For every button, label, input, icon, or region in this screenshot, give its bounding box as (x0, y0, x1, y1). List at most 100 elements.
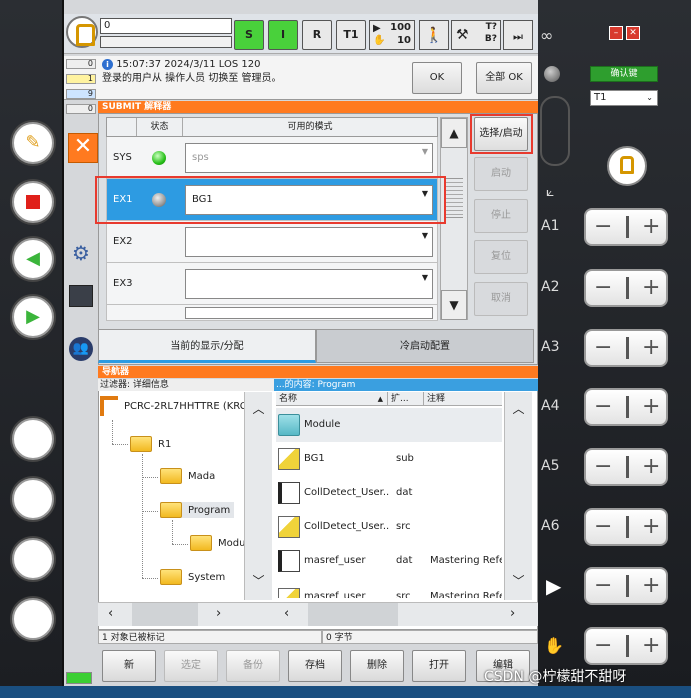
jog-key-a5[interactable]: − + (584, 448, 668, 486)
submit-row[interactable]: EX2 ▼ (106, 221, 438, 263)
plus-icon[interactable]: + (642, 212, 660, 242)
incremental-button[interactable]: ⏭ (503, 20, 533, 50)
module-select[interactable]: sps ▼ (185, 143, 433, 173)
plus-icon[interactable]: + (642, 571, 660, 601)
tab-cold-start[interactable]: 冷启动配置 (316, 329, 534, 363)
chevron-left-icon[interactable]: ‹ (108, 606, 113, 621)
jog-key-a2[interactable]: − + (584, 269, 668, 307)
file-row[interactable]: CollDetect_User... src (276, 510, 502, 544)
jog-key-a6[interactable]: − + (584, 508, 668, 546)
chevron-right-icon[interactable]: › (510, 606, 515, 621)
run-forward-key[interactable]: ▶ (12, 296, 54, 338)
user-icon[interactable]: 👥 (66, 330, 96, 361)
tree-node-r1[interactable]: R1 (130, 436, 171, 452)
col-ext[interactable]: 扩... (388, 392, 424, 406)
tree-node-system[interactable]: System (160, 569, 225, 585)
reset-button[interactable]: 复位 (474, 240, 528, 274)
ok-button[interactable]: OK (412, 62, 462, 94)
mode-select[interactable]: T1 ⌄ (590, 90, 658, 106)
tree-node-program[interactable]: Program (160, 502, 235, 518)
override-button[interactable]: ▶ 100 ✋ 10 (369, 20, 415, 50)
plus-icon[interactable]: + (642, 512, 660, 542)
hw-key-2[interactable] (12, 478, 54, 520)
coordinate-icon[interactable]: ⟀ (546, 184, 554, 200)
chevron-up-icon[interactable]: ︿ (245, 396, 272, 422)
tab-current-display[interactable]: 当前的显示/分配 (98, 329, 316, 363)
drives-status-button[interactable]: I (268, 20, 298, 50)
robot-button[interactable] (607, 146, 647, 186)
minus-icon[interactable]: − (594, 333, 612, 363)
submit-row[interactable]: SYS sps ▼ (106, 137, 438, 179)
backup-button[interactable]: 备份 (226, 650, 280, 682)
start-button[interactable]: 启动 (474, 157, 528, 191)
hw-key-1[interactable] (12, 418, 54, 460)
chevron-down-icon[interactable]: ﹀ (505, 568, 532, 594)
file-row[interactable]: BG1 sub (276, 442, 502, 476)
file-row[interactable]: CollDetect_User... dat (276, 476, 502, 510)
display-icon[interactable] (66, 285, 96, 315)
select-button[interactable]: 选定 (164, 650, 218, 682)
minimize-icon[interactable]: – (609, 26, 623, 40)
file-hscroll[interactable]: ‹ › (274, 602, 538, 626)
module-select[interactable]: ▼ (185, 227, 433, 257)
jog-key-a4[interactable]: − + (584, 388, 668, 426)
minus-icon[interactable]: − (594, 512, 612, 542)
scroll-down-icon[interactable]: ▼ (441, 290, 467, 320)
program-override-key[interactable]: − + (584, 567, 668, 605)
jog-override-key[interactable]: − + (584, 627, 668, 665)
plus-icon[interactable]: + (642, 452, 660, 482)
file-row[interactable]: Module (276, 408, 502, 442)
scroll-up-icon[interactable]: ▲ (441, 118, 467, 148)
jog-key-a1[interactable]: − + (584, 208, 668, 246)
scroll-thumb[interactable] (445, 178, 463, 218)
new-button[interactable]: 新 (102, 650, 156, 682)
robot-interpreter-button[interactable]: R (302, 20, 332, 50)
archive-button[interactable]: 存档 (288, 650, 342, 682)
file-row[interactable]: masref_user dat Mastering Refer (276, 544, 502, 578)
minus-icon[interactable]: − (594, 571, 612, 601)
chevron-right-icon[interactable]: › (216, 606, 221, 621)
minus-icon[interactable]: − (594, 392, 612, 422)
chevron-down-icon[interactable]: ﹀ (245, 568, 272, 594)
col-filename[interactable]: 名称 ▲ (276, 392, 388, 406)
plus-icon[interactable]: + (642, 631, 660, 661)
minus-icon[interactable]: − (594, 212, 612, 242)
cancel-button[interactable]: 取消 (474, 282, 528, 316)
stop-key[interactable] (12, 181, 54, 223)
hw-key-3[interactable] (12, 538, 54, 580)
jog-key-a3[interactable]: − + (584, 329, 668, 367)
tool-base-button[interactable]: ⚒ T? B? (451, 20, 501, 50)
scroll-thumb[interactable] (308, 603, 398, 626)
submit-row[interactable]: EX3 ▼ (106, 263, 438, 305)
tree-vscroll[interactable]: ︿ ﹀ (244, 392, 272, 600)
msg-count-info[interactable]: 9 (66, 89, 96, 99)
chevron-up-icon[interactable]: ︿ (505, 396, 532, 422)
hw-key-4[interactable] (12, 598, 54, 640)
minus-icon[interactable]: − (594, 631, 612, 661)
plus-icon[interactable]: + (642, 392, 660, 422)
edit-key[interactable]: ✎ (12, 122, 54, 164)
all-ok-button[interactable]: 全部 OK (476, 62, 532, 94)
stop-button[interactable]: 停止 (474, 199, 528, 233)
chevron-left-icon[interactable]: ‹ (284, 606, 289, 621)
run-backward-key[interactable]: ◀ (12, 238, 54, 280)
minus-icon[interactable]: − (594, 273, 612, 303)
globe-icon[interactable] (544, 66, 560, 82)
gear-icon[interactable]: ⚙ (66, 238, 96, 268)
tree-node-controller[interactable]: PCRC-2RL7HHTTRE (KRC (100, 396, 247, 416)
tree-hscroll[interactable]: ‹ › (98, 602, 274, 626)
module-select[interactable]: ▼ (185, 269, 433, 299)
close-window-icon[interactable]: ✕ (626, 26, 640, 40)
minus-icon[interactable]: − (594, 452, 612, 482)
module-select[interactable] (185, 307, 433, 319)
open-button[interactable]: 打开 (412, 650, 466, 682)
plus-icon[interactable]: + (642, 333, 660, 363)
scroll-thumb[interactable] (132, 603, 198, 626)
tree-node-module[interactable]: Modu (190, 535, 246, 551)
space-mouse-icon[interactable] (540, 96, 570, 166)
msg-count-warning[interactable]: 1 (66, 74, 96, 84)
msg-count-ack[interactable]: 0 (66, 59, 96, 69)
file-vscroll[interactable]: ︿ ﹀ (504, 392, 532, 600)
plus-icon[interactable]: + (642, 273, 660, 303)
main-menu-button[interactable] (66, 16, 98, 48)
